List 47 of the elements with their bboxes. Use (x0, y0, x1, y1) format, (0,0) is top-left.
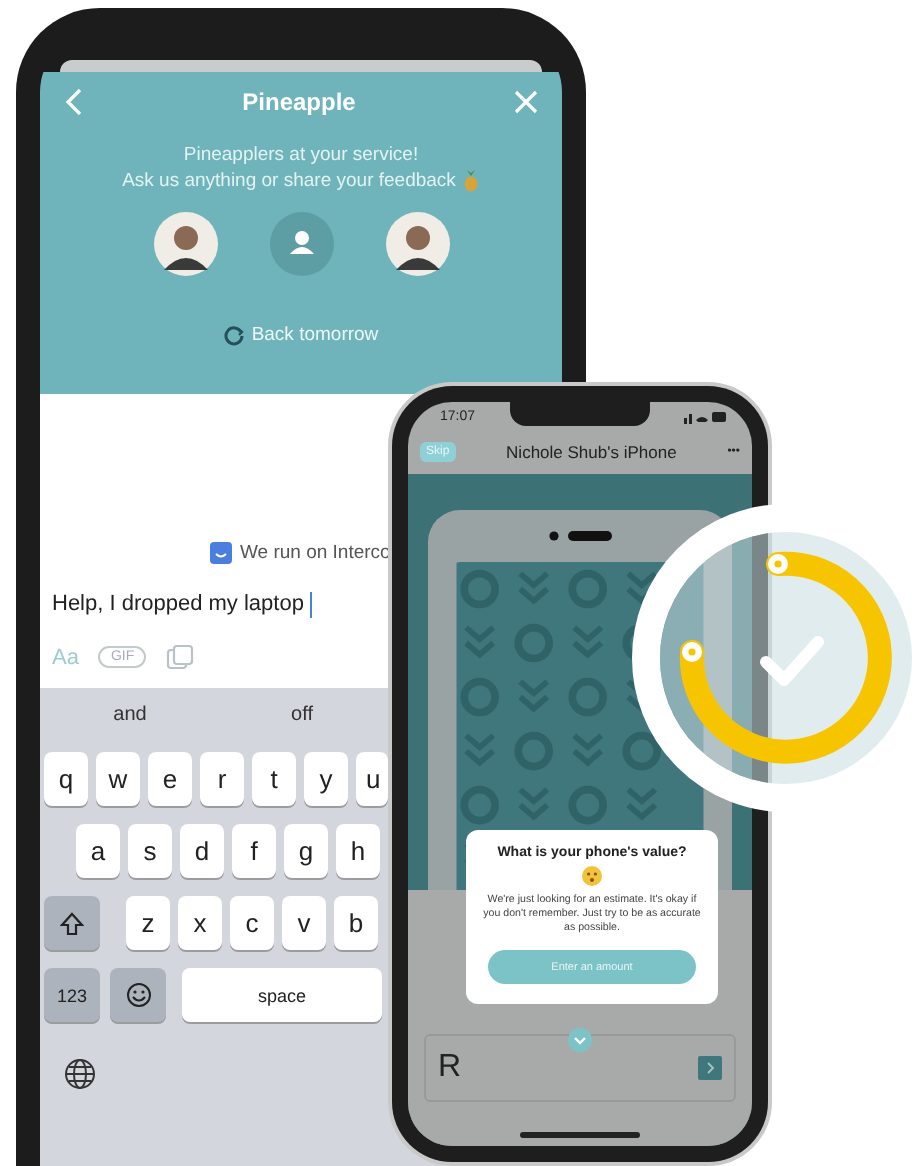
home-indicator (520, 1132, 640, 1138)
keyboard-key[interactable]: x (178, 896, 222, 950)
next-button-icon[interactable] (698, 1056, 722, 1080)
greeting-text: Ask us anything or share your feedback (122, 170, 456, 192)
keyboard-key[interactable]: d (180, 824, 224, 878)
notch (509, 402, 650, 426)
keyboard-key[interactable]: c (230, 896, 274, 950)
device-name: Nichole Shub's iPhone (506, 442, 677, 462)
keyboard-key[interactable]: s (128, 824, 172, 878)
avatar-placeholder-icon (269, 212, 333, 276)
keyboard-key[interactable]: w (96, 752, 140, 806)
close-icon[interactable] (514, 90, 538, 114)
keyboard-key[interactable]: a (76, 824, 120, 878)
keyboard-key[interactable]: e (148, 752, 192, 806)
suggestion[interactable]: off (216, 703, 388, 725)
keyboard-key[interactable]: z (126, 896, 170, 950)
keyboard-key[interactable]: q (44, 752, 88, 806)
keyboard-key[interactable]: y (304, 752, 348, 806)
greeting-text: Pineapplers at your service! (183, 144, 419, 166)
text-cursor (309, 591, 313, 617)
space-key[interactable]: space (182, 968, 382, 1022)
intercom-icon (210, 542, 232, 564)
keyboard-key[interactable]: t (252, 752, 296, 806)
shift-icon[interactable] (60, 911, 84, 935)
keyboard-key[interactable]: r (200, 752, 244, 806)
keyboard-key[interactable]: h (336, 824, 380, 878)
back-icon[interactable] (64, 88, 84, 116)
avatar (385, 212, 449, 276)
reply-time: Back tomorrow (251, 324, 379, 346)
keyboard-key[interactable]: u (356, 752, 388, 806)
keyboard-key[interactable]: v (282, 896, 326, 950)
chevron-down-icon[interactable] (568, 1028, 592, 1052)
emoji-face-icon (582, 866, 602, 886)
attachment-icon[interactable] (166, 644, 195, 670)
globe-icon[interactable] (64, 1058, 96, 1090)
pineapple-icon (461, 170, 480, 192)
chat-title: Pineapple (242, 88, 356, 116)
keyboard-key[interactable]: b (334, 896, 378, 950)
amount-field[interactable]: R (424, 1034, 736, 1102)
keyboard-key[interactable]: g (284, 824, 328, 878)
speaker-drawing (548, 530, 612, 542)
numbers-key[interactable]: 123 (44, 968, 100, 1022)
keyboard-key[interactable]: f (232, 824, 276, 878)
suggestion[interactable]: and (44, 703, 216, 725)
emoji-icon[interactable] (125, 982, 151, 1008)
avatar (153, 212, 217, 276)
status-icons (684, 409, 728, 423)
